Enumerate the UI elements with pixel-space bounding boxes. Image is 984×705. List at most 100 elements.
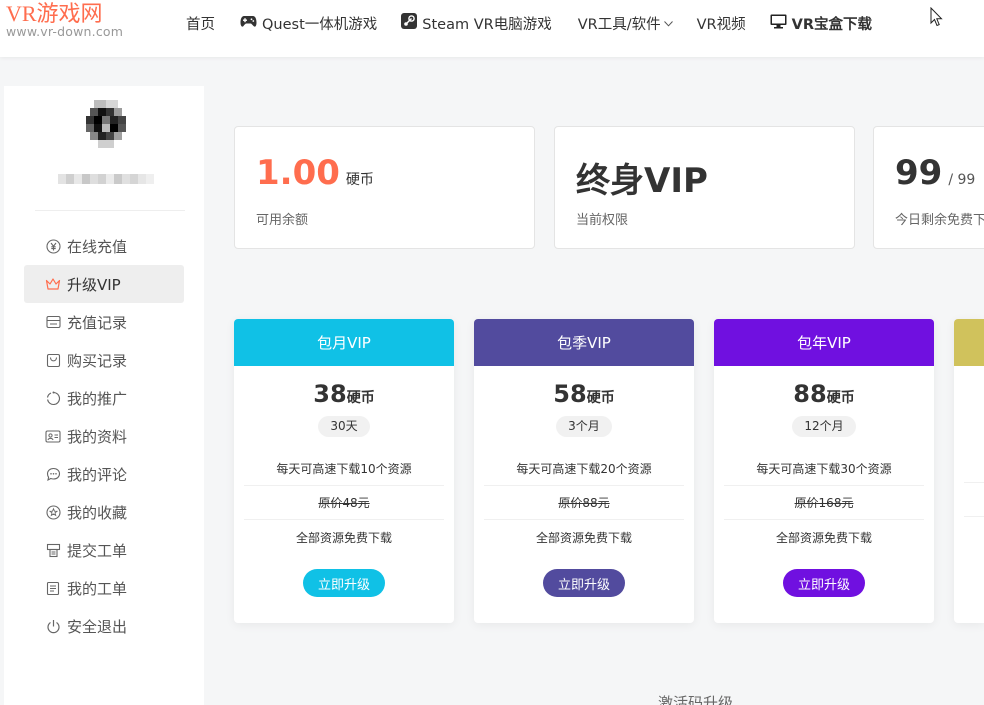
vip-feature: 每天可高速下载10个资源 <box>244 452 444 486</box>
nav-home-label: 首页 <box>186 16 215 33</box>
vip-price-number: 58 <box>553 380 587 408</box>
vip-benefit: 全部资源免费下载 <box>535 530 632 545</box>
sidebar-item-upgrade-vip[interactable]: 升级VIP <box>24 265 184 303</box>
sidebar-item-label: 购买记录 <box>67 351 128 370</box>
sidebar-item-recharge[interactable]: 在线充值 <box>24 227 184 265</box>
vip-row-divider <box>964 482 984 483</box>
vip-plan-title: 包年VIP <box>714 319 934 366</box>
membership-card: 终身VIP 当前权限 <box>554 126 855 249</box>
id-card-icon <box>45 428 61 444</box>
sidebar-item-comments[interactable]: 我的评论 <box>24 455 184 493</box>
sidebar-item-profile[interactable]: 我的资料 <box>24 417 184 455</box>
nav-home[interactable]: 首页 <box>186 13 215 33</box>
sidebar-item-label: 我的工单 <box>67 579 128 598</box>
sidebar-item-logout[interactable]: 安全退出 <box>24 607 184 645</box>
sidebar-item-label: 在线充值 <box>67 237 128 256</box>
balance-label: 可用余额 <box>256 213 309 228</box>
membership-label: 当前权限 <box>576 213 629 228</box>
yen-circle-icon <box>45 238 61 254</box>
sidebar-divider <box>35 210 185 211</box>
comment-icon <box>45 466 61 482</box>
nav-quest-games[interactable]: Quest一体机游戏 <box>240 13 377 33</box>
vip-plan-title <box>954 319 984 366</box>
nav-vr-video[interactable]: VR视频 <box>697 13 746 33</box>
sidebar-item-favorites[interactable]: 我的收藏 <box>24 493 184 531</box>
nav-quest-label: Quest一体机游戏 <box>262 16 378 33</box>
chevron-down-icon <box>663 15 673 31</box>
vip-plan-title: 包月VIP <box>234 319 454 366</box>
vip-plan-yearly: 包年VIP 88硬币 12个月 每天可高速下载30个资源 原价168元 全部资源… <box>714 319 934 623</box>
sidebar-item-label: 升级VIP <box>67 275 121 294</box>
monitor-icon <box>770 14 787 33</box>
vip-row-divider <box>964 516 984 517</box>
gamepad-icon <box>240 15 257 32</box>
steam-icon <box>401 13 418 33</box>
downloads-value-row: 99 / 99 <box>895 153 975 193</box>
vip-benefit: 全部资源免费下载 <box>295 530 392 545</box>
activation-code-heading: 激活码升级 <box>658 694 734 705</box>
crown-icon <box>45 276 61 292</box>
sidebar-item-purchase-records[interactable]: 购买记录 <box>24 341 184 379</box>
vip-plan-price: 58硬币 <box>474 380 694 408</box>
nav-vrbox-label: VR宝盒下载 <box>791 16 872 33</box>
upgrade-button[interactable]: 立即升级 <box>543 569 625 597</box>
vip-plan-lifetime-partial <box>954 319 984 623</box>
vip-duration-badge: 30天 <box>318 416 370 437</box>
vip-feature: 每天可高速下载30个资源 <box>724 452 924 486</box>
logo-subtitle: www.vr-down.com <box>6 24 124 39</box>
vip-original-price: 原价88元 <box>484 486 684 520</box>
upgrade-button[interactable]: 立即升级 <box>783 569 865 597</box>
vip-plan-monthly: 包月VIP 38硬币 30天 每天可高速下载10个资源 原价48元 全部资源免费… <box>234 319 454 623</box>
nav-vr-tools[interactable]: VR工具/软件 <box>578 13 673 33</box>
vip-plan-title: 包季VIP <box>474 319 694 366</box>
sidebar-item-my-tickets[interactable]: 我的工单 <box>24 569 184 607</box>
vip-plan-price: 88硬币 <box>714 380 934 408</box>
vip-original-price: 原价48元 <box>244 486 444 520</box>
sidebar-item-label: 安全退出 <box>67 617 128 636</box>
site-logo[interactable]: VR游戏网 www.vr-down.com <box>6 0 156 50</box>
power-icon <box>45 618 61 634</box>
vip-price-number: 38 <box>313 380 347 408</box>
membership-value-row: 终身VIP <box>576 153 708 202</box>
sidebar-item-label: 我的资料 <box>67 427 128 446</box>
nav-vr-box-download[interactable]: VR宝盒下载 <box>770 13 872 33</box>
vip-plan-quarterly: 包季VIP 58硬币 3个月 每天可高速下载20个资源 原价88元 全部资源免费… <box>474 319 694 623</box>
downloads-label: 今日剩余免费下载次数 <box>895 213 984 228</box>
upgrade-button[interactable]: 立即升级 <box>303 569 385 597</box>
user-sidebar: 在线充值 升级VIP 充值记录 购买记录 我的推广 我的资料 我的评论 我的收藏… <box>4 86 204 705</box>
nav-tools-label: VR工具/软件 <box>577 16 661 33</box>
balance-value-row: 1.00 硬币 <box>256 153 374 193</box>
main-nav: 首页 Quest一体机游戏 Steam VR电脑游戏 VR工具/软件 VR视频 <box>186 13 872 33</box>
membership-value: 终身VIP <box>576 161 708 201</box>
star-icon <box>45 504 61 520</box>
sidebar-item-label: 我的评论 <box>67 465 128 484</box>
bag-icon <box>45 352 61 368</box>
balance-unit: 硬币 <box>345 172 374 188</box>
share-circle-icon <box>45 390 61 406</box>
sidebar-item-label: 我的收藏 <box>67 503 128 522</box>
vip-duration-badge: 12个月 <box>792 416 856 437</box>
sidebar-item-recharge-records[interactable]: 充值记录 <box>24 303 184 341</box>
vip-feature: 每天可高速下载20个资源 <box>484 452 684 486</box>
avatar[interactable] <box>82 100 130 148</box>
document-icon <box>45 580 61 596</box>
balance-value: 1.00 <box>256 153 340 193</box>
sidebar-item-submit-ticket[interactable]: 提交工单 <box>24 531 184 569</box>
vip-plan-price: 38硬币 <box>234 380 454 408</box>
downloads-total: / 99 <box>948 172 976 188</box>
mouse-cursor-icon <box>930 6 944 31</box>
balance-card: 1.00 硬币 可用余额 <box>234 126 535 249</box>
vip-price-unit: 硬币 <box>826 390 855 406</box>
vip-original-price: 原价168元 <box>724 486 924 520</box>
sidebar-menu: 在线充值 升级VIP 充值记录 购买记录 我的推广 我的资料 我的评论 我的收藏… <box>24 227 184 645</box>
downloads-card: 99 / 99 今日剩余免费下载次数 <box>873 126 984 249</box>
sidebar-item-label: 提交工单 <box>67 541 128 560</box>
nav-video-label: VR视频 <box>696 16 746 33</box>
nav-steam-label: Steam VR电脑游戏 <box>422 16 552 33</box>
vip-benefit: 全部资源免费下载 <box>775 530 872 545</box>
vip-price-unit: 硬币 <box>346 390 375 406</box>
nav-steam-games[interactable]: Steam VR电脑游戏 <box>401 13 552 33</box>
username-blurred <box>58 170 154 188</box>
top-header: VR游戏网 www.vr-down.com 首页 Quest一体机游戏 Stea… <box>0 0 984 57</box>
sidebar-item-promotion[interactable]: 我的推广 <box>24 379 184 417</box>
